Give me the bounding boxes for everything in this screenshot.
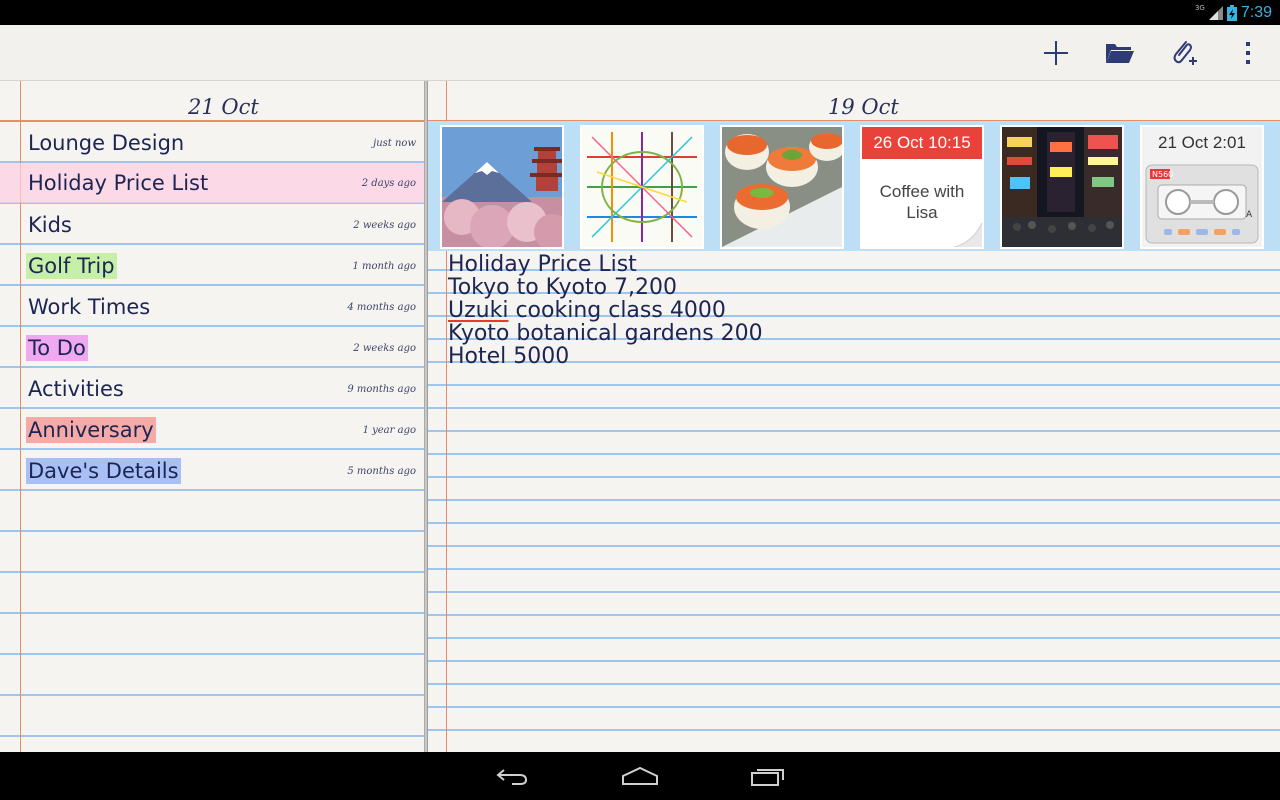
- note-timestamp: 1 year ago: [362, 425, 416, 436]
- overflow-menu-icon: [1246, 42, 1250, 64]
- note-line: Kyoto botanical gardens 200: [448, 321, 763, 346]
- audio-attachment-card[interactable]: 21 Oct 2:01 N560 A: [1140, 125, 1264, 249]
- list-date-header: 21 Oct: [188, 95, 259, 119]
- note-title: Dave's Details: [26, 458, 181, 484]
- note-line-text: cooking class 4000: [515, 298, 726, 323]
- note-list-item[interactable]: Golf Trip 1 month ago: [0, 245, 424, 286]
- cassette-icon: N560 A: [1145, 164, 1259, 244]
- home-icon: [622, 766, 658, 785]
- note-line: Hotel 5000: [448, 344, 570, 369]
- status-icons: 3G 7:39: [1195, 3, 1272, 23]
- note-line: Tokyo to Kyoto 7,200: [448, 275, 678, 300]
- note-title: Kids: [28, 213, 72, 237]
- back-button[interactable]: [482, 760, 542, 792]
- note-timestamp: 1 month ago: [352, 261, 416, 272]
- note-timestamp: just now: [373, 138, 416, 149]
- sushi-image: [722, 127, 842, 247]
- notes-list-pane: 21 Oct Lounge Design just now Holiday Pric…: [0, 81, 424, 752]
- note-detail-pane: 19 Oct 26 Oct 10:15 Coffee with Lisa 21 …: [428, 81, 1280, 752]
- note-date-header: 19 Oct: [828, 95, 899, 119]
- note-timestamp: 2 weeks ago: [353, 343, 416, 354]
- note-list-item[interactable]: Kids 2 weeks ago: [0, 204, 424, 245]
- city-night-image: [1002, 127, 1122, 247]
- attach-icon: [1173, 41, 1197, 65]
- note-timestamp: 4 months ago: [347, 302, 416, 313]
- memo-attachment-card[interactable]: 26 Oct 10:15 Coffee with Lisa: [860, 125, 984, 249]
- note-timestamp: 5 months ago: [347, 466, 416, 477]
- misspelled-word[interactable]: Uzuki: [448, 298, 508, 323]
- note-list-item[interactable]: To Do 2 weeks ago: [0, 327, 424, 368]
- note-timestamp: 2 days ago: [361, 178, 416, 189]
- overflow-menu-button[interactable]: [1230, 35, 1266, 71]
- note-title: To Do: [26, 335, 88, 361]
- clock: 7:39: [1240, 4, 1272, 21]
- tape-label: N560: [1152, 170, 1173, 179]
- note-list-item[interactable]: Lounge Design just now: [0, 122, 424, 163]
- attachments-strip: 26 Oct 10:15 Coffee with Lisa 21 Oct 2:0…: [428, 121, 1280, 251]
- note-title: Activities: [28, 377, 124, 401]
- mount-fuji-photo-thumbnail[interactable]: [440, 125, 564, 249]
- memo-body: Coffee with Lisa: [862, 159, 982, 223]
- new-note-button[interactable]: [1038, 35, 1074, 71]
- plus-icon: [1044, 41, 1068, 65]
- note-timestamp: 9 months ago: [347, 384, 416, 395]
- action-bar: [0, 25, 1280, 81]
- folder-icon: [1106, 44, 1134, 63]
- note-timestamp: 2 weeks ago: [353, 220, 416, 231]
- navigation-bar: [0, 752, 1280, 800]
- back-icon: [496, 769, 528, 785]
- note-title: Holiday Price List: [28, 171, 209, 195]
- note-title: Anniversary: [26, 417, 156, 443]
- note-line: Uzuki cooking class 4000: [448, 299, 763, 322]
- tape-side-label: A: [1246, 210, 1253, 220]
- note-line: Holiday Price List: [448, 252, 637, 277]
- subway-map-thumbnail[interactable]: [580, 125, 704, 249]
- note-list-item[interactable]: Work Times 4 months ago: [0, 286, 424, 327]
- note-list-item[interactable]: Holiday Price List 2 days ago: [0, 163, 424, 203]
- home-button[interactable]: [610, 760, 670, 792]
- recent-apps-button[interactable]: [738, 760, 798, 792]
- note-list-item[interactable]: Dave's Details 5 months ago: [0, 450, 424, 491]
- page-curl-icon: [954, 223, 982, 247]
- battery-icon: [1226, 5, 1237, 21]
- subway-map-image: [582, 127, 702, 247]
- city-night-photo-thumbnail[interactable]: [1000, 125, 1124, 249]
- add-attachment-button[interactable]: [1166, 35, 1202, 71]
- memo-text-line: Coffee with: [879, 182, 965, 201]
- note-title: Work Times: [28, 295, 151, 319]
- note-list-item[interactable]: Activities 9 months ago: [0, 368, 424, 409]
- note-title: Golf Trip: [26, 253, 117, 279]
- recent-apps-icon: [751, 769, 784, 786]
- status-bar: 3G 7:39: [0, 0, 1280, 25]
- folders-button[interactable]: [1102, 35, 1138, 71]
- note-list-item[interactable]: Anniversary 1 year ago: [0, 409, 424, 450]
- signal-icon: [1208, 6, 1223, 20]
- memo-text-line: Lisa: [906, 203, 938, 222]
- memo-date-header: 26 Oct 10:15: [862, 127, 982, 159]
- note-body-editor[interactable]: Holiday Price List Tokyo to Kyoto 7,200 …: [448, 253, 763, 368]
- audio-date-header: 21 Oct 2:01: [1142, 127, 1262, 159]
- network-type-label: 3G: [1194, 4, 1205, 12]
- mount-fuji-image: [442, 127, 562, 247]
- sushi-photo-thumbnail[interactable]: [720, 125, 844, 249]
- note-title: Lounge Design: [28, 131, 185, 155]
